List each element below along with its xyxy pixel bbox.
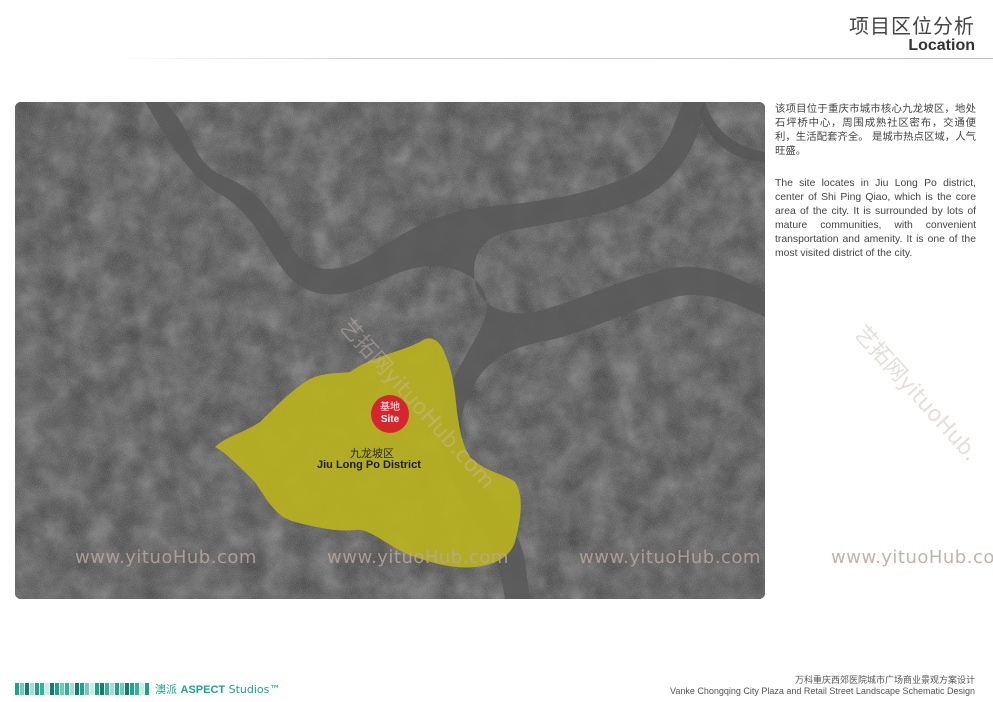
description-cn: 该项目位于重庆市城市核心九龙坡区，地处石坪桥中心，周围成熟社区密布，交通便利，生… bbox=[775, 103, 976, 157]
project-name-en: Vanke Chongqing City Plaza and Retail St… bbox=[669, 686, 975, 696]
company-logo: 澳派 ASPECT Studios™ bbox=[15, 681, 280, 697]
page-title-en: Location bbox=[908, 37, 975, 54]
watermark-text: www.yituoHub.com bbox=[75, 547, 257, 568]
watermark-text: www.yituoHub.com bbox=[327, 547, 509, 568]
site-label-cn: 基地 bbox=[380, 402, 400, 413]
logo-en: ASPECT bbox=[180, 684, 226, 696]
site-label-en: Site bbox=[380, 414, 400, 425]
logo-suffix: Studios™ bbox=[228, 683, 281, 696]
watermark-text: www.yituoHub.com bbox=[579, 547, 761, 568]
watermark-text: www.yituoHub.co bbox=[831, 547, 993, 568]
description-en: The site locates in Jiu Long Po district… bbox=[775, 178, 976, 259]
logo-wordmark: 澳派 ASPECT Studios™ bbox=[155, 681, 280, 697]
project-name-cn: 万科重庆西郊医院城市广场商业景观方案设计 bbox=[794, 676, 975, 686]
district-label-en: Jiu Long Po District bbox=[317, 459, 421, 471]
title-divider bbox=[110, 58, 993, 59]
logo-stripes bbox=[15, 683, 149, 695]
page-title-cn: 项目区位分析 bbox=[849, 14, 975, 38]
watermark-diagonal: 艺拓网yituoHub. bbox=[848, 321, 983, 467]
logo-cn: 澳派 bbox=[155, 683, 177, 696]
